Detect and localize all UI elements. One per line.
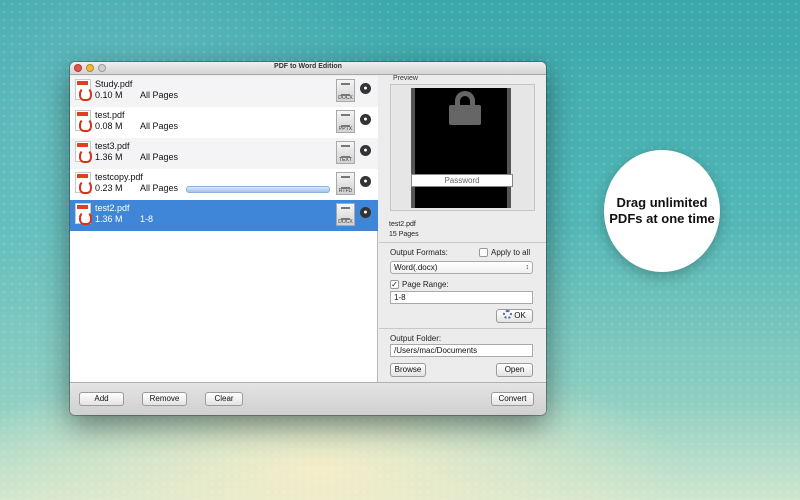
- preview-label: Preview: [393, 75, 418, 82]
- page-range-input[interactable]: 1-8: [390, 291, 533, 304]
- file-name: test.pdf: [95, 110, 125, 120]
- magnifier-icon[interactable]: ●: [360, 83, 371, 94]
- output-format-value: Word(.docx): [394, 263, 438, 272]
- ok-button[interactable]: OK: [496, 309, 533, 323]
- apply-to-all-checkbox[interactable]: [479, 248, 488, 257]
- file-name: testcopy.pdf: [95, 172, 143, 182]
- file-name: test3.pdf: [95, 141, 130, 151]
- docx-format-icon[interactable]: DOCX: [336, 79, 355, 102]
- add-button[interactable]: Add: [79, 392, 124, 406]
- file-pages: All Pages: [140, 121, 179, 131]
- file-pages: 1-8: [140, 214, 154, 224]
- file-size: 1.36 M: [95, 152, 123, 162]
- bottom-toolbar: Add Remove Clear Convert: [70, 382, 546, 415]
- remove-button[interactable]: Remove: [142, 392, 187, 406]
- pdf-file-icon: [75, 110, 92, 132]
- gear-icon: [503, 310, 513, 319]
- pdf-file-icon: [75, 79, 92, 101]
- file-row-selected[interactable]: test2.pdf 1.36 M 1-8 DOCX ●: [70, 200, 378, 231]
- magnifier-icon[interactable]: ●: [360, 176, 371, 187]
- convert-button[interactable]: Convert: [491, 392, 534, 406]
- text-format-icon[interactable]: TEXT: [336, 141, 355, 164]
- magnifier-icon[interactable]: ●: [360, 114, 371, 125]
- lock-icon-body: [449, 105, 481, 125]
- file-name: test2.pdf: [95, 203, 130, 213]
- apply-to-all-label: Apply to all: [491, 248, 531, 257]
- window-title: PDF to Word Edition: [274, 63, 342, 70]
- file-size: 0.23 M: [95, 183, 123, 193]
- output-format-select[interactable]: Word(.docx) ↕: [390, 261, 533, 274]
- file-size: 1.36 M: [95, 214, 123, 224]
- promo-line-2: PDFs at one time: [609, 211, 715, 226]
- file-pages: All Pages: [140, 152, 179, 162]
- file-size: 0.10 M: [95, 90, 123, 100]
- promo-text: Drag unlimited PDFs at one time: [604, 195, 720, 227]
- password-field[interactable]: Password: [411, 174, 513, 187]
- preview-page: Password: [411, 88, 513, 208]
- page-range-checkbox[interactable]: ✓: [390, 280, 399, 289]
- preview-pane: Password: [390, 84, 535, 211]
- browse-button[interactable]: Browse: [390, 363, 426, 377]
- chevron-updown-icon: ↕: [525, 264, 530, 271]
- magnifier-icon[interactable]: ●: [360, 207, 371, 218]
- divider: [379, 242, 546, 243]
- file-row[interactable]: test.pdf 0.08 M All Pages PPTX ●: [70, 107, 378, 138]
- conversion-progress-bar: [186, 186, 330, 193]
- pdf-file-icon: [75, 141, 92, 163]
- file-pages: All Pages: [140, 183, 179, 193]
- pptx-format-icon[interactable]: PPTX: [336, 110, 355, 133]
- output-folder-input[interactable]: /Users/mac/Documents: [390, 344, 533, 357]
- page-range-label: Page Range:: [402, 280, 449, 289]
- divider: [379, 328, 546, 329]
- file-list[interactable]: Study.pdf 0.10 M All Pages DOCX ● test.p…: [70, 76, 378, 382]
- magnifier-icon[interactable]: ●: [360, 145, 371, 156]
- file-row[interactable]: Study.pdf 0.10 M All Pages DOCX ●: [70, 76, 378, 107]
- file-row[interactable]: test3.pdf 1.36 M All Pages TEXT ●: [70, 138, 378, 169]
- rtfd-format-icon[interactable]: RTFD: [336, 172, 355, 195]
- output-formats-label: Output Formats:: [390, 248, 448, 257]
- output-folder-label: Output Folder:: [390, 334, 442, 343]
- file-row[interactable]: testcopy.pdf 0.23 M All Pages RTFD ●: [70, 169, 378, 200]
- app-window: PDF to Word Edition Study.pdf 0.10 M All…: [70, 62, 546, 415]
- preview-file-name: test2.pdf: [389, 221, 416, 228]
- ok-label: OK: [514, 311, 526, 320]
- preview-page-count: 15 Pages: [389, 231, 419, 238]
- promo-line-1: Drag unlimited: [616, 195, 708, 210]
- title-bar: PDF to Word Edition: [70, 62, 546, 75]
- promo-bubble: Drag unlimited PDFs at one time: [604, 150, 720, 272]
- docx-format-icon[interactable]: DOCX: [336, 203, 355, 226]
- pdf-file-icon: [75, 172, 92, 194]
- file-name: Study.pdf: [95, 79, 133, 89]
- pdf-file-icon: [75, 203, 92, 225]
- file-size: 0.08 M: [95, 121, 123, 131]
- open-button[interactable]: Open: [496, 363, 533, 377]
- file-pages: All Pages: [140, 90, 179, 100]
- clear-button[interactable]: Clear: [205, 392, 243, 406]
